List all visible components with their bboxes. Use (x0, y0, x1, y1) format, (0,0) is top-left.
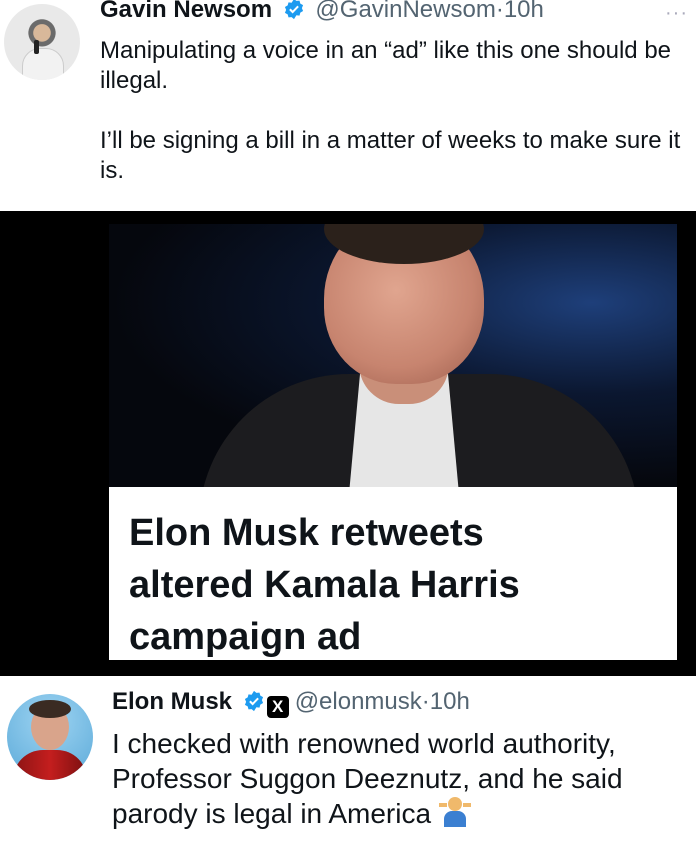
author-handle[interactable]: @GavinNewsom (315, 0, 495, 23)
more-options-icon[interactable]: ··· (665, 2, 688, 25)
tweet-header: Gavin Newsom @GavinNewsom·10h (100, 0, 544, 24)
tweet-body: I checked with renowned world authority,… (112, 728, 623, 829)
tweet-musk[interactable]: Elon Musk X @elonmusk·10h I checked with … (0, 676, 696, 853)
news-card-headline[interactable]: Elon Musk retweets altered Kamala Harris… (109, 487, 677, 660)
headline-text: Elon Musk retweets altered Kamala Harris… (129, 507, 520, 663)
news-card-photo[interactable] (109, 224, 677, 487)
verified-badge-icon (244, 690, 263, 712)
tweet-text: I checked with renowned world authority,… (112, 726, 692, 831)
tweet-paragraph: Manipulating a voice in an “ad” like thi… (100, 37, 672, 94)
x-affiliation-badge-icon: X (266, 696, 289, 718)
author-name[interactable]: Gavin Newsom (100, 0, 272, 23)
tweet-newsom[interactable]: Gavin Newsom @GavinNewsom·10h ··· Manipu… (0, 0, 696, 211)
avatar-newsom[interactable] (4, 4, 80, 80)
separator-dot: · (421, 688, 430, 715)
separator-dot: · (495, 0, 504, 23)
tweet-paragraph: I’ll be signing a bill in a matter of we… (100, 127, 681, 184)
headline-line: campaign ad (129, 616, 362, 658)
timestamp[interactable]: 10h (504, 0, 544, 23)
tweet-text: Manipulating a voice in an “ad” like thi… (100, 36, 692, 186)
verified-badge-icon (284, 0, 303, 20)
person-shrugging-emoji-icon (438, 797, 471, 827)
author-handle[interactable]: @elonmusk (295, 688, 422, 715)
timestamp[interactable]: 10h (430, 688, 470, 715)
avatar-musk[interactable] (7, 694, 93, 780)
author-name[interactable]: Elon Musk (112, 688, 232, 715)
tweet-header: Elon Musk X @elonmusk·10h (112, 688, 470, 718)
headline-line: Elon Musk retweets (129, 512, 484, 554)
headline-line: altered Kamala Harris (129, 564, 520, 606)
